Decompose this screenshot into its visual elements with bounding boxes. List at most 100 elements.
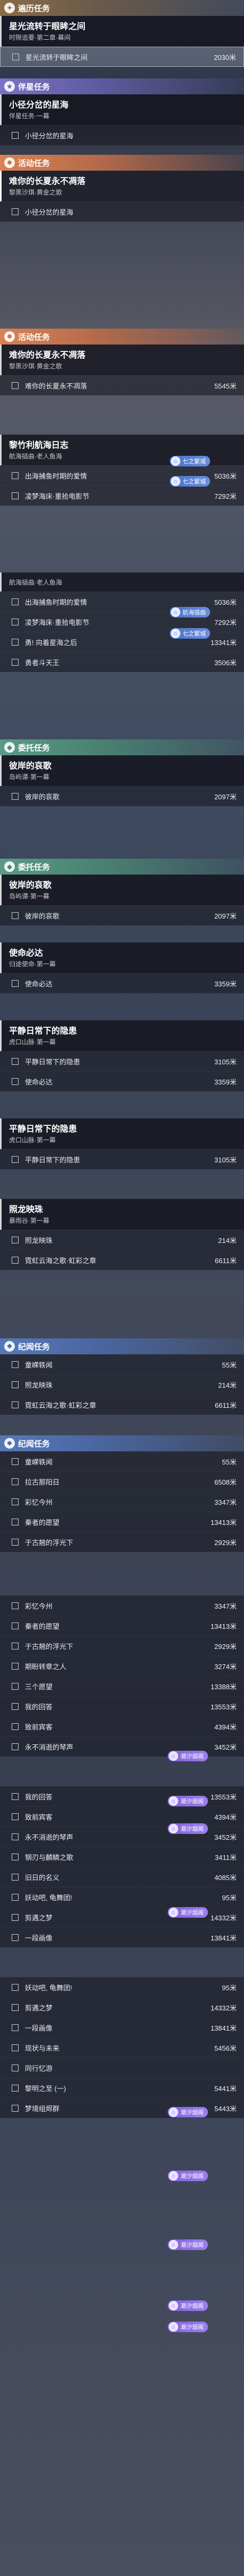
quest-card[interactable]: 航海插曲·老人鱼海	[0, 572, 244, 592]
checkbox-icon	[12, 2044, 19, 2051]
section-header[interactable]: ◆ 委托任务	[0, 739, 244, 755]
category-icon: ★	[4, 81, 15, 92]
objective-row[interactable]: 霓虹云海之歌·虹彩之章 6611米	[0, 1250, 244, 1270]
region-badge: ⌂ 七之繁城	[170, 456, 210, 466]
distance-text: 3359米	[214, 980, 237, 988]
objective-row[interactable]: 平静日常下的隐患 3105米	[0, 1149, 244, 1169]
objective-label: 使命必达	[25, 980, 53, 988]
objective-row[interactable]: 同行忆游	[0, 2058, 244, 2078]
region-badge: ⌂ 潮汐烟阁	[168, 1823, 208, 1834]
section-header[interactable]: ❖ 纪闻任务	[0, 1338, 244, 1354]
objective-row[interactable]: 黎明之至 (一) 5441米	[0, 2078, 244, 2098]
objective-row[interactable]: 照龙映珠 214米	[0, 1374, 244, 1395]
objective-row[interactable]: 使命必达 3359米	[0, 973, 244, 993]
objective-row[interactable]: 妖动吧, 龟舞团! 95米	[0, 1977, 244, 1997]
quest-card[interactable]: 彼岸的哀歌 岛屿谭·第一幕	[0, 875, 244, 905]
objective-label: 童嵘轶闻	[25, 1458, 53, 1466]
objective-label: 童嵘轶闻	[25, 1361, 53, 1369]
quest-card[interactable]: 难你的长夏永不凋落 黎黑沙琪·黄金之歌	[0, 345, 244, 375]
objective-row[interactable]: 彩忆今州 3347米	[0, 1492, 244, 1512]
objective-row[interactable]: 于古翘的浮光下 2929米	[0, 1636, 244, 1656]
quest-card[interactable]: 使命必达 归途使命·第一幕	[0, 942, 244, 973]
region-badge: ⌂ 潮汐烟阁	[168, 1751, 208, 1761]
objective-row[interactable]: 拉古那阳日 6508米	[0, 1471, 244, 1492]
objective-row[interactable]: 致前宾客 4394米	[0, 1716, 244, 1736]
objective-row[interactable]: 彩忆今州 3347米	[0, 1595, 244, 1616]
objective-row[interactable]: 现状与未来 5456米	[0, 2037, 244, 2058]
objective-row[interactable]: 勇者斗天王 3506米	[0, 652, 244, 672]
objective-row[interactable]: 旧日的名义 4085米	[0, 1867, 244, 1887]
objective-row[interactable]: 秦者的愿望 13413米	[0, 1512, 244, 1532]
objective-row[interactable]: 一段画像 13841米	[0, 2017, 244, 2037]
objective-row[interactable]: 秦者的愿望 13413米	[0, 1616, 244, 1636]
distance-text: 3452米	[214, 1833, 237, 1841]
category-icon: ✸	[4, 331, 15, 342]
objective-label: 期盼转章之人	[25, 1663, 67, 1671]
section-header[interactable]: ❖ 纪闻任务	[0, 1435, 244, 1451]
distance-text: 5441米	[214, 2085, 237, 2093]
quest-card[interactable]: 平静日常下的隐患 虎口山脉·第一幕	[0, 1118, 244, 1149]
section-title: 伴星任务	[18, 82, 50, 92]
objective-row[interactable]: 彼岸的哀歌 2097米	[0, 905, 244, 925]
quest-title: 平静日常下的隐患	[9, 1027, 77, 1036]
checkbox-icon	[12, 1643, 19, 1649]
objective-label: 彼岸的哀歌	[25, 793, 60, 801]
objective-row[interactable]: 于古翘的浮光下 2929米	[0, 1532, 244, 1552]
quest-card[interactable]: 照龙映珠 暴雨谷·第一幕	[0, 1199, 244, 1230]
objective-row[interactable]: 我的回答 13553米	[0, 1696, 244, 1716]
objective-row[interactable]: 星光流转于眼眸之间 2030米	[0, 47, 244, 67]
objective-row[interactable]: 三个愿望 13388米	[0, 1676, 244, 1696]
objective-row[interactable]: 钢刃与麟鳞之歌 3411米	[0, 1847, 244, 1867]
objective-row[interactable]: 期盼转章之人 3274米	[0, 1656, 244, 1676]
objective-label: 霓虹云海之歌·虹彩之章	[25, 1257, 97, 1265]
checkbox-icon	[12, 1257, 19, 1264]
quest-subtitle: 时隙追要·第二章·幕间	[9, 34, 71, 41]
quest-card[interactable]: 平静日常下的隐患 虎口山脉·第一幕	[0, 1020, 244, 1051]
objective-row[interactable]: 小径分岔的星海	[0, 125, 244, 145]
quest-section: ✦ 遍历任务 星光流转于眼眸之间 时隙追要·第二章·幕间 星光流转于眼眸之间 2030米	[0, 0, 244, 67]
objective-row[interactable]: 难你的长夏永不凋落 5545米	[0, 375, 244, 395]
objective-label: 彩忆今州	[25, 1602, 53, 1610]
objective-row[interactable]: 童嵘轶闻 55米	[0, 1451, 244, 1471]
checkbox-icon	[12, 1683, 19, 1690]
quest-card[interactable]: 彼岸的哀歌 岛屿谭·第一幕	[0, 755, 244, 786]
checkbox-icon	[12, 382, 19, 389]
quest-title: 难你的长夏永不凋落	[9, 177, 86, 186]
checkbox-icon	[12, 2004, 19, 2011]
objective-row[interactable]: 童嵘轶闻 55米	[0, 1354, 244, 1374]
checkbox-icon	[12, 2024, 19, 2031]
checkbox-icon	[12, 1723, 19, 1730]
category-icon: ❖	[4, 1438, 15, 1449]
quest-card[interactable]: 小径分岔的星海 伴星任务·一幕	[0, 94, 244, 125]
objective-row[interactable]: 梦境组烬群 5443米	[0, 2098, 244, 2118]
distance-text: 3452米	[214, 1743, 237, 1751]
quest-subtitle: 黎黑沙琪·黄金之歌	[9, 189, 62, 196]
quest-card[interactable]: 星光流转于眼眸之间 时隙追要·第二章·幕间	[0, 16, 244, 47]
objective-row[interactable]: 致前宾客 4394米	[0, 1806, 244, 1827]
objective-row[interactable]: 凌梦海床·重拾电影节 7292米	[0, 486, 244, 506]
section-header[interactable]: ✦ 遍历任务	[0, 0, 244, 16]
objective-row[interactable]: 妖动吧, 龟舞团! 95米	[0, 1887, 244, 1907]
objective-row[interactable]: 彼岸的哀歌 2097米	[0, 786, 244, 806]
quest-subtitle: 虎口山脉·第一幕	[9, 1136, 56, 1144]
quest-card[interactable]: 难你的长夏永不凋落 黎黑沙琪·黄金之歌	[0, 171, 244, 201]
objective-row[interactable]: 小径分岔的星海	[0, 201, 244, 222]
objective-row[interactable]: 使命必达 3359米	[0, 1071, 244, 1091]
objective-label: 剪遇之梦	[25, 2004, 53, 2012]
section-header[interactable]: ★ 伴星任务	[0, 78, 244, 94]
region-icon: ⌂	[169, 1908, 178, 1917]
section-header[interactable]: ✸ 活动任务	[0, 329, 244, 345]
objective-row[interactable]: 霓虹云海之歌·虹彩之章 6611米	[0, 1395, 244, 1415]
objective-row[interactable]: 剪遇之梦 14332米	[0, 1997, 244, 2017]
distance-text: 5443米	[214, 2105, 237, 2113]
objective-row[interactable]: 一段画像 13841米	[0, 1927, 244, 1947]
quest-subtitle: 归途使命·第一幕	[9, 960, 56, 968]
objective-row[interactable]: 平静日常下的隐患 3105米	[0, 1051, 244, 1071]
region-icon: ⌂	[169, 1796, 178, 1806]
section-header[interactable]: ✸ 活动任务	[0, 155, 244, 171]
section-header[interactable]: ◆ 委托任务	[0, 859, 244, 875]
objective-row[interactable]: 照龙映珠 214米	[0, 1230, 244, 1250]
checkbox-icon	[12, 2065, 19, 2071]
checkbox-icon	[12, 1361, 19, 1368]
distance-text: 5545米	[214, 382, 237, 390]
